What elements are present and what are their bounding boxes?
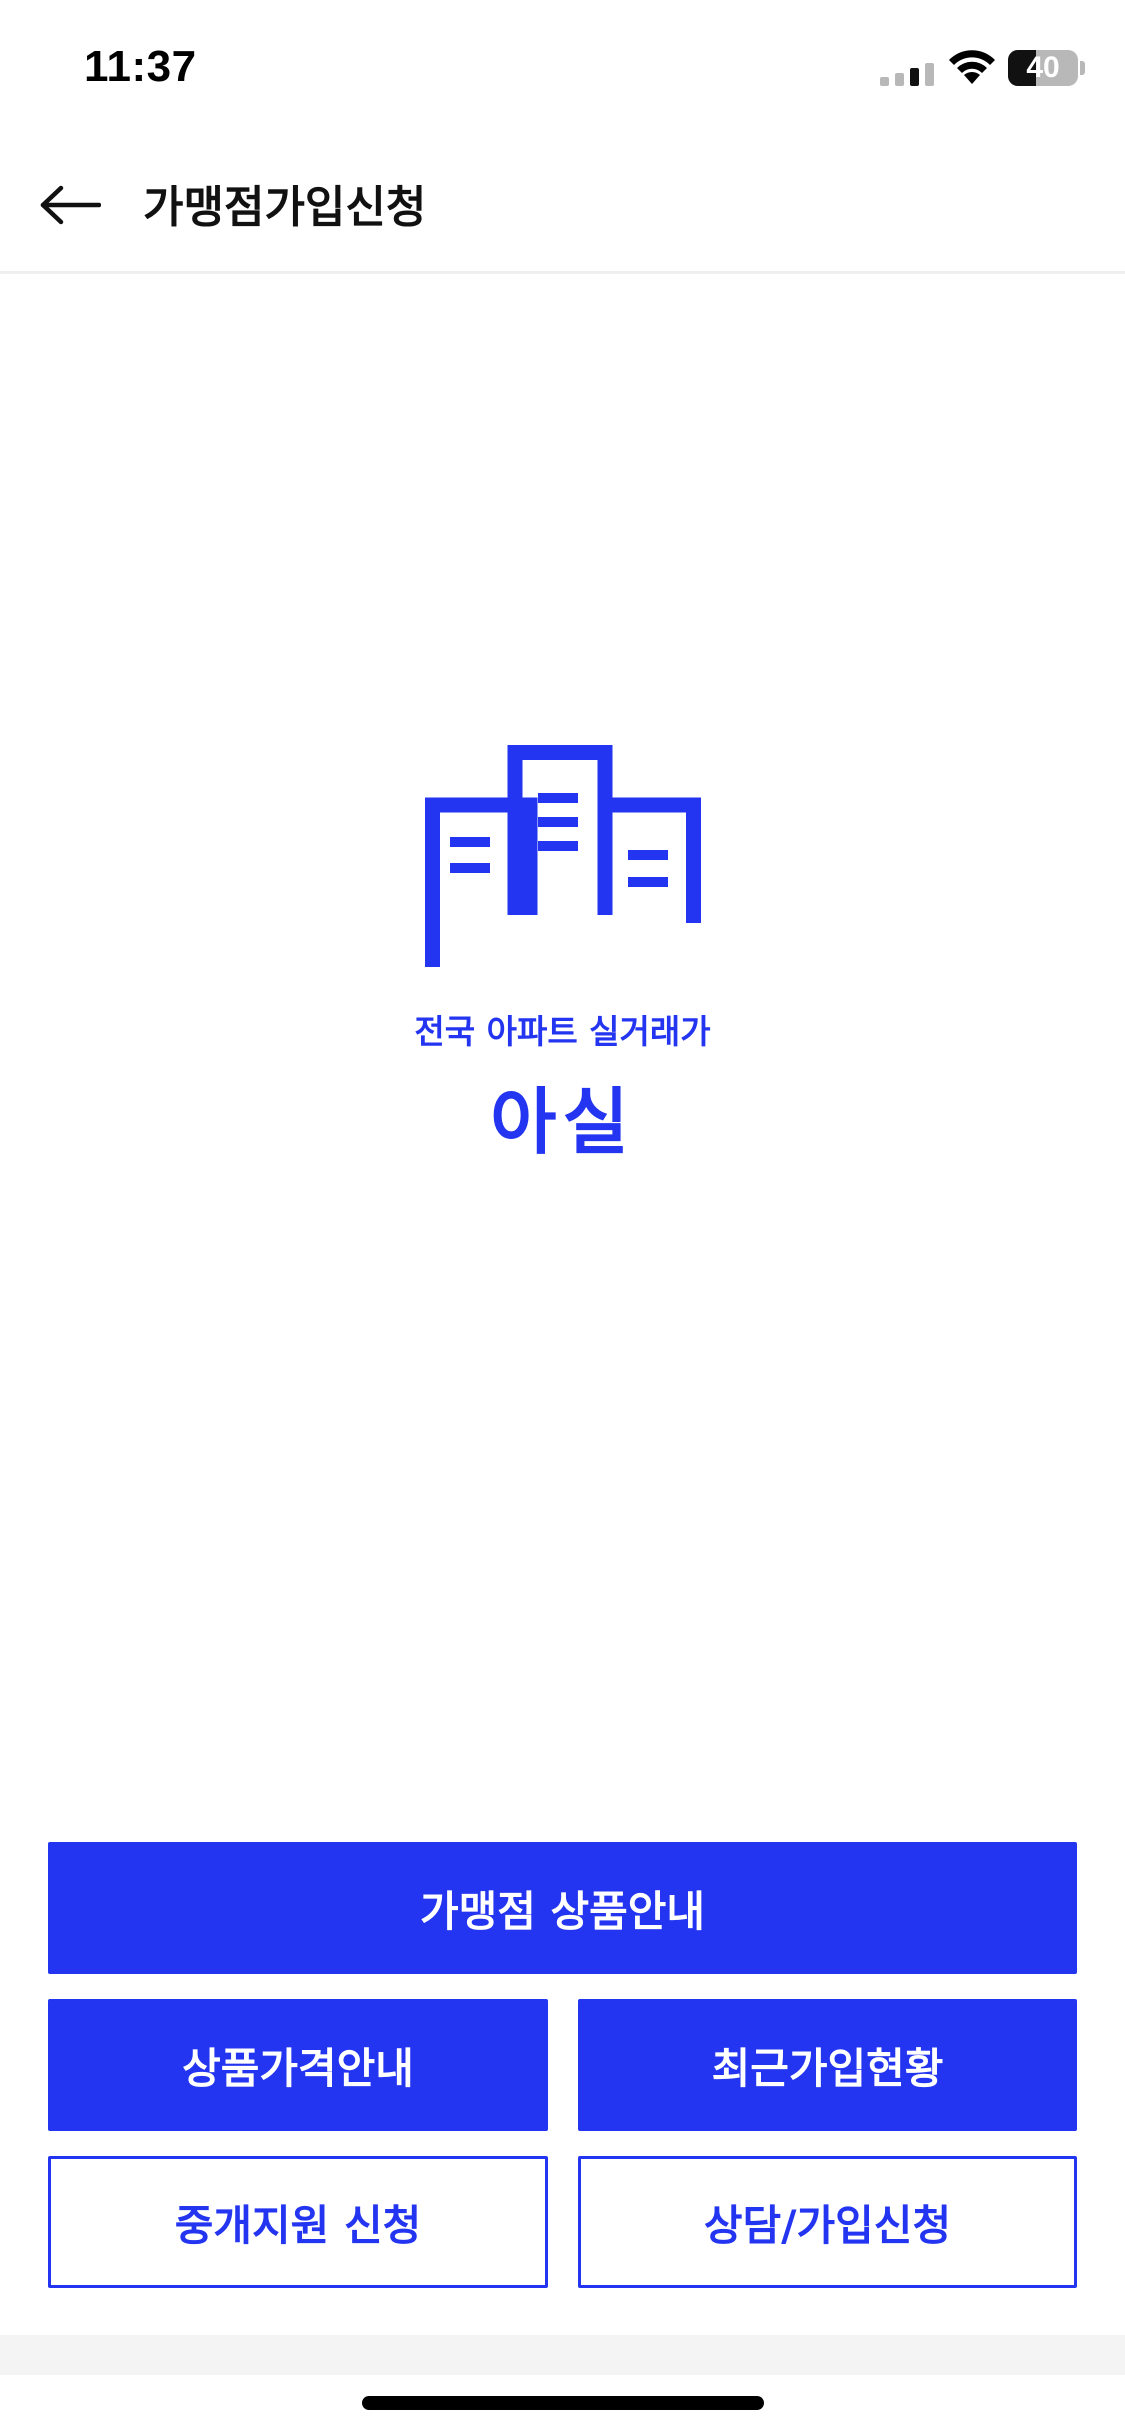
battery-cap (1080, 61, 1085, 75)
back-button[interactable] (30, 165, 110, 245)
nav-bar: 가맹점가입신청 (0, 135, 1125, 274)
status-bar: 11:37 40 (0, 0, 1125, 135)
battery-level: 40 (1026, 51, 1060, 84)
logo-name: 아실 (490, 1080, 635, 1164)
arrow-left-icon (40, 185, 101, 225)
price-info-button[interactable]: 상품가격안내 (48, 1999, 548, 2131)
battery-icon: 40 (1008, 50, 1078, 86)
recent-signups-button[interactable]: 최근가입현황 (578, 1999, 1077, 2131)
footer-divider (0, 2335, 1125, 2375)
consult-signup-button[interactable]: 상담/가입신청 (578, 2156, 1077, 2288)
page-title: 가맹점가입신청 (143, 182, 427, 233)
app-logo: 전국 아파트 실거래가 아실 (0, 745, 1125, 1165)
home-indicator[interactable] (362, 2396, 764, 2410)
page: 11:37 40 가맹점가입신청 전국 아파트 실거래가 아실 가맹점 상품안내… (0, 0, 1125, 2436)
franchise-info-button[interactable]: 가맹점 상품안내 (48, 1842, 1077, 1974)
signal-icon (880, 63, 934, 86)
status-time: 11:37 (84, 42, 197, 91)
wifi-icon (949, 50, 995, 84)
logo-tagline: 전국 아파트 실거래가 (414, 1012, 711, 1051)
brokerage-support-button[interactable]: 중개지원 신청 (48, 2156, 548, 2288)
apartment-buildings-icon (425, 745, 701, 967)
